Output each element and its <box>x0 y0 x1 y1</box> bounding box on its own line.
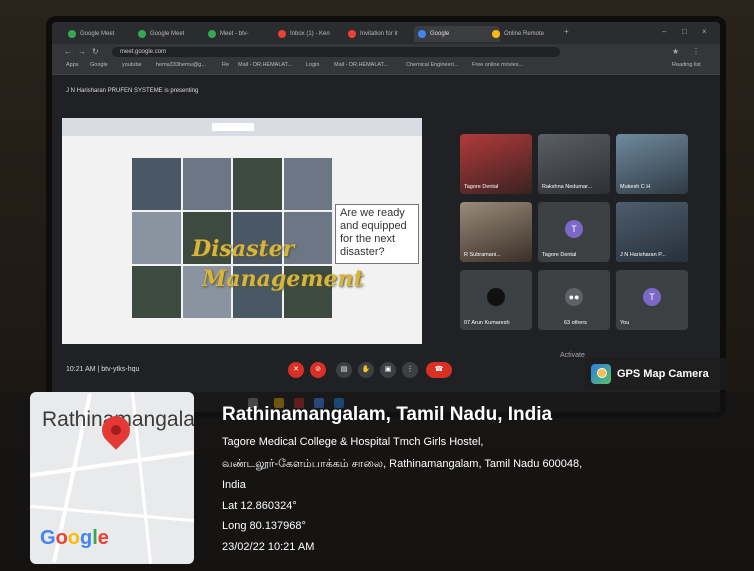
star-icon[interactable]: ★ <box>672 47 679 56</box>
gps-camera-badge: GPS Map Camera <box>585 358 727 390</box>
minimize-icon[interactable]: – <box>662 27 666 36</box>
google-logo: Google <box>40 527 109 549</box>
bookmarks-bar: Apps Google youtube hema333hemu@g... Re … <box>52 60 720 75</box>
mic-off-icon[interactable]: ✕ <box>288 362 304 378</box>
others-tile[interactable]: ●● 63 others <box>538 270 610 330</box>
raise-hand-icon[interactable]: ✋ <box>358 362 374 378</box>
participant-tile[interactable]: Mukesh C H <box>616 134 688 194</box>
participant-tile[interactable]: Tagore Dental <box>460 134 532 194</box>
gps-camera-logo-icon <box>591 364 611 384</box>
menu-icon[interactable]: ⋮ <box>692 47 700 56</box>
more-options-icon[interactable]: ⋮ <box>402 362 418 378</box>
group-icon: ●● <box>565 288 583 306</box>
bookmark-item[interactable]: Reading list <box>672 62 701 68</box>
slide-photo <box>182 158 231 210</box>
bookmark-item[interactable]: youtube <box>122 62 142 68</box>
slide-word-management: Management <box>202 266 364 292</box>
bookmark-item[interactable]: Apps <box>66 62 79 68</box>
slide-photo <box>132 266 181 318</box>
bookmark-item[interactable]: Mail - DR.HEMALAT... <box>334 62 388 68</box>
latitude: Lat 12.860324° <box>222 500 297 512</box>
new-tab-icon[interactable]: + <box>564 27 569 36</box>
tab-label: Google <box>430 31 450 37</box>
address-bar-row: ← → ↻ meet.google.com ★ ⋮ <box>52 44 720 60</box>
bookmark-item[interactable]: hema333hemu@g... <box>156 62 206 68</box>
close-icon[interactable]: × <box>702 27 707 36</box>
slide-photo <box>132 212 181 264</box>
tab-label: Google Meet <box>80 31 115 37</box>
bookmark-item[interactable]: Login <box>306 62 319 68</box>
slide-question: Are we ready and equipped for the next d… <box>335 204 419 264</box>
self-tile[interactable]: T You <box>616 270 688 330</box>
bookmark-item[interactable]: Free online movies... <box>472 62 523 68</box>
captions-icon[interactable]: ▤ <box>336 362 352 378</box>
tab-label: Invitation for Ir <box>360 31 399 37</box>
tab-label: Meet - btv- <box>220 31 249 37</box>
url-field[interactable]: meet.google.com <box>112 47 560 57</box>
tab-label: Online Remote <box>504 31 545 37</box>
slide-word-disaster: Disaster <box>192 236 295 262</box>
reload-icon[interactable]: ↻ <box>92 47 99 56</box>
map-thumbnail: Rathinamangalam Google <box>30 392 194 564</box>
longitude: Long 80.137968° <box>222 520 306 532</box>
slide-toolbar <box>62 118 422 136</box>
address-line-1: Tagore Medical College & Hospital Tmch G… <box>222 436 484 448</box>
shared-presentation: Disaster Management Are we ready and equ… <box>62 118 422 344</box>
gps-app-name: GPS Map Camera <box>617 368 709 380</box>
participant-tile[interactable]: Rakshna Nedumar... <box>538 134 610 194</box>
maximize-icon[interactable]: □ <box>682 27 687 36</box>
meeting-time-code: 10:21 AM | btv-ytks-hqu <box>66 366 140 373</box>
forward-icon[interactable]: → <box>78 47 86 56</box>
presenting-banner: J N Harisharan PRUFEN SYSTEME is present… <box>66 88 199 94</box>
bookmark-item[interactable]: Chemical Engineeri... <box>406 62 458 68</box>
laptop-screen: Google Meet Google Meet Meet - btv- Inbo… <box>52 22 720 412</box>
bookmark-item[interactable]: Google <box>90 62 108 68</box>
camera-off-icon[interactable]: ⊘ <box>310 362 326 378</box>
address-line-2: வண்டலூர்-கேளம்பாக்கம் சாலை, Rathinamanga… <box>222 458 583 470</box>
browser-tab[interactable]: Online Remote <box>488 26 570 42</box>
browser-tab-bar: Google Meet Google Meet Meet - btv- Inbo… <box>52 22 720 44</box>
avatar: T <box>643 288 661 306</box>
present-icon[interactable]: ▣ <box>380 362 396 378</box>
participant-tile[interactable]: 07 Arun Kumaresh <box>460 270 532 330</box>
participant-tile-active-speaker[interactable]: J N Harisharan P... <box>616 202 688 262</box>
slide-photo <box>283 158 332 210</box>
participant-tile[interactable]: T Tagore Dental <box>538 202 610 262</box>
bookmark-item[interactable]: Mail - DR.HEMALAT... <box>238 62 292 68</box>
slide-photo <box>132 158 181 210</box>
slide-search-box[interactable] <box>212 123 254 131</box>
tab-label: Inbox (1) - Ken <box>290 31 330 37</box>
slide-photo <box>233 158 282 210</box>
datetime: 23/02/22 10:21 AM <box>222 541 315 553</box>
participant-tile[interactable]: R Subramani... <box>460 202 532 262</box>
leave-call-icon[interactable]: ☎ <box>426 362 452 378</box>
tab-label: Google Meet <box>150 31 185 37</box>
avatar <box>487 288 505 306</box>
bookmark-item[interactable]: Re <box>222 62 229 68</box>
avatar: T <box>565 220 583 238</box>
address-line-3: India <box>222 479 246 491</box>
activate-windows-text: Activate <box>560 352 585 359</box>
location-title: Rathinamangalam, Tamil Nadu, India <box>222 404 553 425</box>
back-icon[interactable]: ← <box>64 47 72 56</box>
